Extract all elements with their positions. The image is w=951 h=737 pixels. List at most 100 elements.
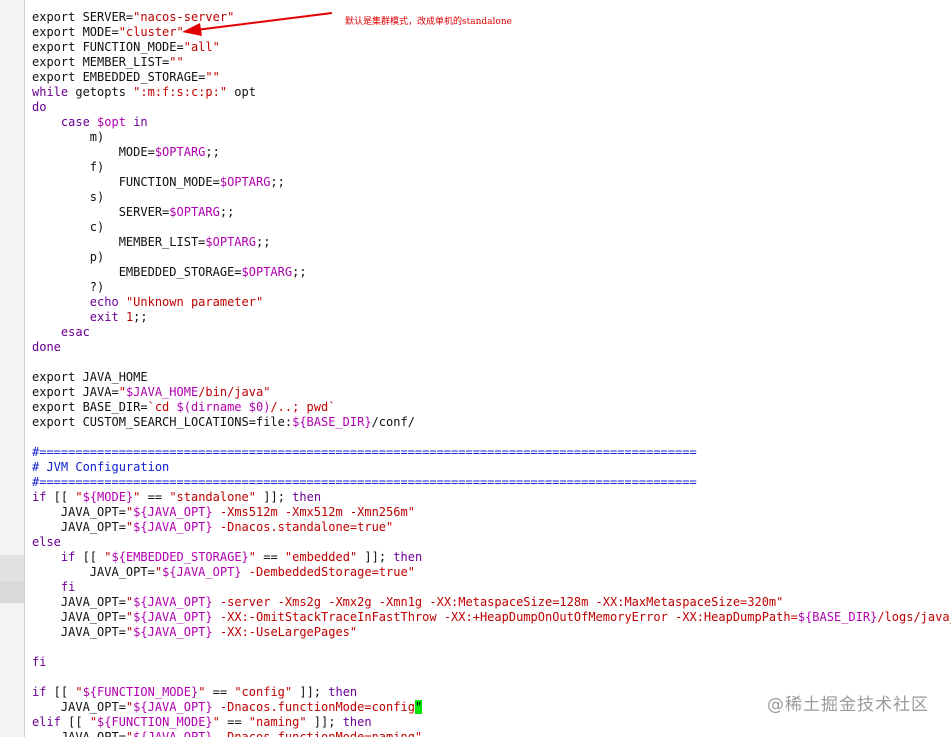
code-token: in: [133, 115, 148, 129]
code-token: export FUNCTION_MODE=: [32, 40, 184, 54]
code-line: SERVER=$OPTARG;;: [32, 205, 951, 220]
code-token: ;;: [219, 205, 235, 219]
code-token: ${MODE}: [82, 490, 134, 504]
code-token: if: [60, 550, 76, 564]
code-token: $OPTARG: [169, 205, 220, 219]
code-line: p): [32, 250, 951, 265]
code-token: ${JAVA_OPT}: [133, 610, 213, 624]
code-line: JAVA_OPT="${JAVA_OPT} -Dnacos.functionMo…: [32, 730, 951, 737]
code-token: ": [104, 550, 112, 564]
code-line: else: [32, 535, 951, 550]
code-token: JAVA_OPT=: [32, 565, 155, 579]
code-token: ;;: [205, 145, 220, 159]
code-line: export JAVA="$JAVA_HOME/bin/java": [32, 385, 951, 400]
text-cursor: ": [414, 700, 423, 714]
code-token: then: [342, 715, 372, 729]
code-token: opt: [227, 85, 256, 99]
code-token: exit: [89, 310, 119, 324]
code-token: -XX:-UseLargePages": [212, 625, 358, 639]
code-token: JAVA_OPT=: [32, 595, 126, 609]
code-token: ==: [205, 685, 235, 699]
code-token: "cluster": [118, 25, 184, 39]
gutter-scroll-thumb[interactable]: [0, 581, 24, 603]
code-token: "": [169, 55, 184, 69]
code-editor[interactable]: export SERVER="nacos-server" export MODE=…: [32, 10, 951, 737]
code-token: "config": [234, 685, 293, 699]
code-token: export BASE_DIR=: [32, 400, 148, 414]
code-token: ;;: [255, 235, 271, 249]
code-token: echo: [89, 295, 119, 309]
code-token: ${FUNCTION_MODE}: [97, 715, 213, 729]
code-token: $opt: [97, 115, 126, 129]
code-token: "naming": [248, 715, 307, 729]
code-token: esac: [60, 325, 90, 339]
code-line: JAVA_OPT="${JAVA_OPT} -server -Xms2g -Xm…: [32, 595, 951, 610]
code-token: MEMBER_LIST=: [32, 235, 206, 249]
code-token: "nacos-server": [133, 10, 235, 24]
code-token: ": [248, 550, 257, 564]
code-token: "": [205, 70, 220, 84]
code-token: ${JAVA_OPT}: [133, 625, 213, 639]
code-token: -Dnacos.functionMode=config: [212, 700, 415, 714]
code-token: m): [32, 130, 105, 144]
code-token: export CUSTOM_SEARCH_LOCATIONS=file:: [32, 415, 293, 429]
code-token: elif: [32, 715, 61, 729]
code-token: ${JAVA_OPT}: [162, 565, 242, 579]
code-token: -server -Xms2g -Xmx2g -Xmn1g -XX:Metaspa…: [212, 595, 784, 609]
code-token: f): [32, 160, 105, 174]
code-token: ${BASE_DIR}: [292, 415, 372, 429]
code-line: JAVA_OPT="${JAVA_OPT} -XX:-OmitStackTrac…: [32, 610, 951, 625]
code-token: $OPTARG: [241, 265, 293, 279]
code-token: do: [32, 100, 47, 114]
code-token: "embedded": [284, 550, 358, 564]
code-token: /..; pwd`: [270, 400, 336, 414]
code-line: ?): [32, 280, 951, 295]
code-line: export MODE="cluster": [32, 25, 951, 40]
code-token: export SERVER=: [32, 10, 134, 24]
code-token: ": [75, 490, 83, 504]
code-token: ==: [140, 490, 170, 504]
code-token: JAVA_OPT=: [32, 730, 126, 737]
code-token: ==: [219, 715, 249, 729]
code-token: ${JAVA_OPT}: [133, 730, 213, 737]
code-token: $(dirname $0): [176, 400, 271, 414]
code-token: /logs/java_heapdump.hprof": [877, 610, 951, 624]
code-token: ${JAVA_OPT}: [133, 520, 213, 534]
code-token: ${EMBEDDED_STORAGE}: [111, 550, 249, 564]
annotation-note: 默认是集群模式，改成单机的standalone: [345, 17, 512, 27]
code-token: export EMBEDDED_STORAGE=: [32, 70, 206, 84]
code-line: fi: [32, 655, 951, 670]
code-line: elif [[ "${FUNCTION_MODE}" == "naming" ]…: [32, 715, 951, 730]
code-line: #=======================================…: [32, 475, 951, 490]
code-token: [[: [46, 685, 76, 699]
code-token: export JAVA_HOME: [32, 370, 148, 384]
code-token: if: [32, 685, 47, 699]
code-line: exit 1;;: [32, 310, 951, 325]
code-line: JAVA_OPT="${JAVA_OPT} -Xms512m -Xmx512m …: [32, 505, 951, 520]
code-token: ": [75, 685, 83, 699]
code-token: ": [118, 385, 126, 399]
code-token: else: [32, 535, 61, 549]
code-line: #=======================================…: [32, 445, 951, 460]
code-line: if [[ "${EMBEDDED_STORAGE}" == "embedded…: [32, 550, 951, 565]
code-token: #=======================================…: [32, 475, 697, 489]
code-token: ;;: [292, 265, 307, 279]
code-line: done: [32, 340, 951, 355]
code-line: # JVM Configuration: [32, 460, 951, 475]
code-line: export CUSTOM_SEARCH_LOCATIONS=file:${BA…: [32, 415, 951, 430]
code-token: $OPTARG: [205, 235, 256, 249]
code-token: then: [328, 685, 358, 699]
code-token: -Dnacos.functionMode=naming": [212, 730, 423, 737]
code-token: case: [60, 115, 90, 129]
code-token: ==: [256, 550, 285, 564]
code-line: m): [32, 130, 951, 145]
code-line: JAVA_OPT="${JAVA_OPT} -Dnacos.standalone…: [32, 520, 951, 535]
